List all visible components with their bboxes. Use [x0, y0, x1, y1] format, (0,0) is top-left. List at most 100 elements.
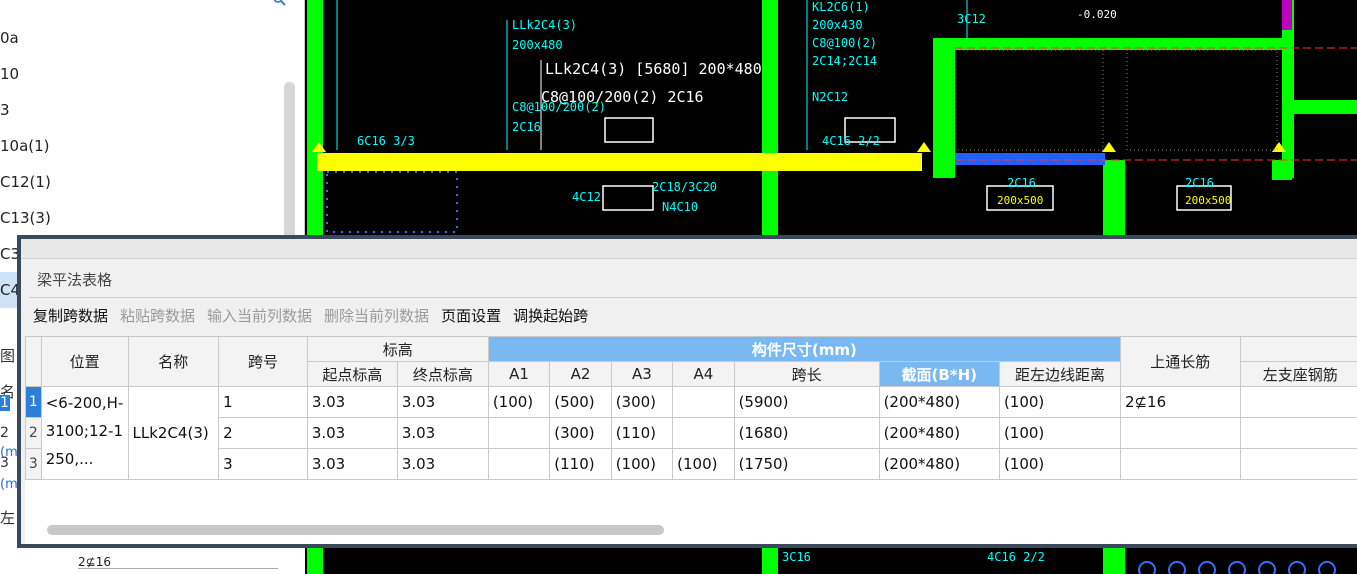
- cell-start-elev[interactable]: 3.03: [306, 417, 398, 449]
- table-empty-area: [25, 484, 1357, 544]
- cell-span-length[interactable]: (5900): [733, 386, 880, 418]
- cell-span[interactable]: 3: [218, 448, 308, 480]
- paste-span-button[interactable]: 粘贴跨数据: [120, 305, 195, 329]
- header-a3[interactable]: A3: [610, 361, 674, 387]
- list-item[interactable]: 3: [0, 92, 282, 128]
- beam-right-green: [1294, 100, 1357, 114]
- beam-table: 位置 名称 跨号 标高 构件尺寸(mm) 上通长筋 起点标高 终点标高 A1 A…: [25, 336, 1357, 484]
- cell-section[interactable]: (200*480): [878, 417, 1000, 449]
- delete-column-button[interactable]: 删除当前列数据: [324, 305, 429, 329]
- cad-text: 3C12: [957, 12, 986, 26]
- cad-text: 200x480: [512, 38, 563, 52]
- cell-top-rebar[interactable]: [1119, 448, 1241, 480]
- cad-text: 2C16: [1007, 176, 1036, 190]
- cell-a3[interactable]: (110): [610, 417, 674, 449]
- header-a4[interactable]: A4: [672, 361, 735, 387]
- cell-end-elev[interactable]: 3.03: [396, 448, 489, 480]
- left-hidden-strip: 图 名 1 2 3 (m (m 左: [0, 345, 17, 545]
- corner-cell[interactable]: [25, 336, 42, 387]
- dialog-toolbar: 复制跨数据 粘贴跨数据 输入当前列数据 删除当前列数据 页面设置 调换起始跨: [33, 305, 588, 329]
- cell-start-elev[interactable]: 3.03: [306, 386, 398, 418]
- header-section[interactable]: 截面(B*H): [878, 361, 1000, 387]
- list-item[interactable]: 10a(1): [0, 128, 282, 164]
- header-blank[interactable]: [1239, 336, 1357, 362]
- beam-blue: [955, 153, 1105, 165]
- cell-dist-left[interactable]: (100): [998, 386, 1121, 418]
- dialog-titlebar[interactable]: [21, 239, 1357, 259]
- hidden-label: 图: [0, 347, 16, 365]
- cell-name[interactable]: LLk2C4(3): [127, 386, 220, 480]
- cad-text: KL2C6(1): [812, 0, 870, 14]
- cell-a3[interactable]: (100): [610, 448, 674, 480]
- page-setup-button[interactable]: 页面设置: [441, 305, 501, 329]
- hidden-label: 1: [0, 395, 10, 411]
- cell-a2[interactable]: (300): [549, 417, 612, 449]
- column-a: [933, 38, 955, 178]
- cell-position[interactable]: <6-200,H-3100;12-1250,...: [40, 386, 129, 480]
- cell-dist-left[interactable]: (100): [998, 417, 1121, 449]
- cell-a4[interactable]: (100): [672, 448, 735, 480]
- cad-text: C8@100/200(2): [512, 100, 606, 114]
- header-end-elev[interactable]: 终点标高: [396, 361, 489, 387]
- list-item[interactable]: C12(1): [0, 164, 282, 200]
- list-item[interactable]: 0a: [0, 20, 282, 56]
- cell-a2[interactable]: (110): [549, 448, 612, 480]
- row-header[interactable]: 2: [25, 417, 42, 449]
- row-header[interactable]: 3: [25, 448, 42, 480]
- header-start-elev[interactable]: 起点标高: [306, 361, 398, 387]
- header-a1[interactable]: A1: [487, 361, 551, 387]
- cell-section[interactable]: (200*480): [878, 448, 1000, 480]
- cell-top-rebar[interactable]: [1119, 417, 1241, 449]
- search-icon[interactable]: [272, 0, 286, 10]
- cell-dist-left[interactable]: (100): [998, 448, 1121, 480]
- cell-a3[interactable]: (300): [610, 386, 674, 418]
- header-dist-left[interactable]: 距左边线距离: [998, 361, 1121, 387]
- cell-a4[interactable]: [672, 386, 735, 418]
- cell-a4[interactable]: [672, 417, 735, 449]
- header-elevation[interactable]: 标高: [306, 336, 489, 362]
- cell-start-elev[interactable]: 3.03: [306, 448, 398, 480]
- horizontal-scrollbar[interactable]: [47, 525, 664, 535]
- list-item[interactable]: 10: [0, 56, 282, 92]
- cell-span[interactable]: 1: [218, 386, 308, 418]
- header-position[interactable]: 位置: [40, 336, 129, 387]
- list-item[interactable]: C13(3): [0, 200, 282, 236]
- cad-text: 4C16 2/2: [822, 134, 880, 148]
- list-scrollbar[interactable]: [284, 82, 295, 242]
- cell-span-length[interactable]: (1680): [733, 417, 880, 449]
- cell-span-length[interactable]: (1750): [733, 448, 880, 480]
- property-row: 2⊈16: [78, 555, 278, 574]
- header-span-no[interactable]: 跨号: [218, 336, 308, 387]
- header-span-length[interactable]: 跨长: [733, 361, 880, 387]
- cell-end-elev[interactable]: 3.03: [396, 417, 489, 449]
- cell-left-seat[interactable]: [1239, 417, 1357, 449]
- header-name[interactable]: 名称: [127, 336, 220, 387]
- copy-span-button[interactable]: 复制跨数据: [33, 305, 108, 329]
- cad-text: 2C18/3C20: [652, 180, 718, 194]
- row-header[interactable]: 1: [25, 386, 42, 418]
- header-a2[interactable]: A2: [549, 361, 612, 387]
- header-left-seat[interactable]: 左支座钢筋: [1239, 361, 1357, 387]
- hidden-label: (m: [0, 445, 17, 460]
- cad-text: 6C16 3/3: [357, 134, 415, 148]
- input-column-button[interactable]: 输入当前列数据: [207, 305, 312, 329]
- header-dimensions[interactable]: 构件尺寸(mm): [487, 336, 1121, 362]
- cell-section[interactable]: (200*480): [878, 386, 1000, 418]
- cell-top-rebar[interactable]: 2⊈16: [1119, 386, 1241, 418]
- header-top-rebar[interactable]: 上通长筋: [1119, 336, 1241, 387]
- cad-text: 4C12: [572, 190, 601, 204]
- cad-text: C8@100(2): [812, 36, 878, 50]
- cell-a1[interactable]: [487, 448, 551, 480]
- cell-span[interactable]: 2: [218, 417, 308, 449]
- cad-text: 2C16: [512, 120, 541, 134]
- cad-text: 200x500: [1185, 194, 1232, 207]
- cell-left-seat[interactable]: [1239, 448, 1357, 480]
- cell-left-seat[interactable]: [1239, 386, 1357, 418]
- beam-annotation-line1: LLk2C4(3) [5680] 200*480: [545, 60, 762, 78]
- cell-a1[interactable]: [487, 417, 551, 449]
- cell-a2[interactable]: (500): [549, 386, 612, 418]
- cell-a1[interactable]: (100): [487, 386, 551, 418]
- cell-end-elev[interactable]: 3.03: [396, 386, 489, 418]
- swap-start-span-button[interactable]: 调换起始跨: [513, 305, 588, 329]
- app-root: 0a 10 3 10a(1) C12(1) C13(3) C3 C4 2⊈16: [0, 0, 1357, 574]
